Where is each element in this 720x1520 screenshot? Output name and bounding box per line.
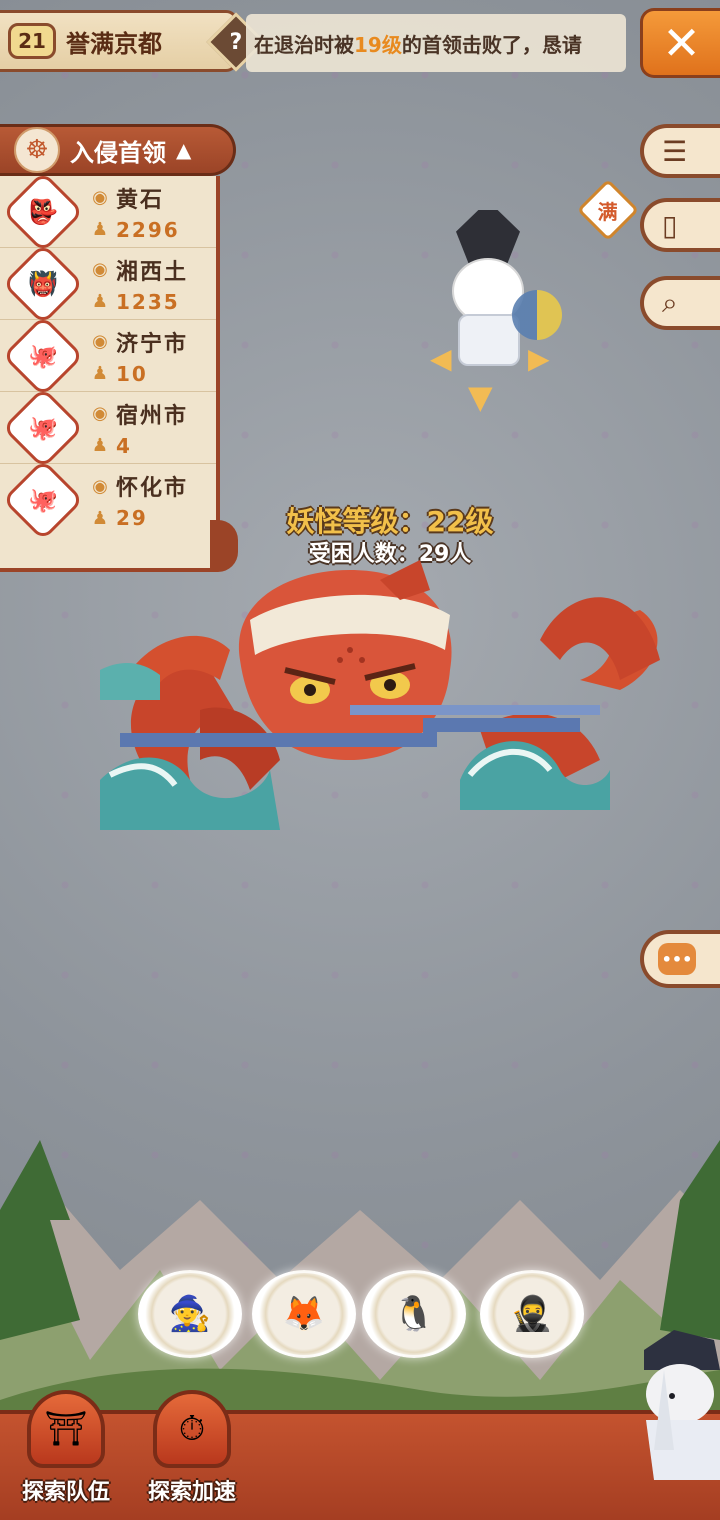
octopus-boss-avatar: 🐙 [1, 386, 85, 469]
arrow-down-icon[interactable]: ▼ [468, 378, 493, 416]
team-member-avatar[interactable]: 🐧 [362, 1270, 466, 1358]
ticker-text: 在退治时被19级的首领击败了，恳请 [254, 29, 582, 58]
invader-city: 黄石 [116, 187, 165, 213]
close-x-icon: ✕ [662, 16, 701, 70]
search-icon: ⌕ [662, 286, 678, 319]
list-icon: ☰ [662, 134, 688, 168]
fox-mask-icon: ☸ [14, 127, 60, 173]
team-member-avatar[interactable]: 🥷 [480, 1270, 584, 1358]
invader-city: 济宁市 [116, 331, 189, 357]
invader-info: ◉ 湘西土 ♟ 1235 [90, 254, 188, 314]
location-pin-icon: ◉ [92, 475, 108, 497]
invader-panel-header[interactable]: ☸ 入侵首领 ▲ [0, 124, 236, 176]
card-icon: ▯ [662, 208, 678, 242]
person-icon: ♟ [91, 291, 109, 312]
invader-info: ◉ 宿州市 ♟ 4 [90, 398, 188, 458]
invader-count: 2296 [116, 217, 180, 242]
boss-level-label: 妖怪等级：22级 [286, 505, 494, 538]
player-hat [456, 210, 520, 264]
invader-count: 4 [116, 433, 132, 458]
close-button[interactable]: ✕ [640, 8, 720, 78]
ticker-prefix: 在退治时被 [254, 32, 354, 57]
team-member-avatar[interactable]: 🦊 [252, 1270, 356, 1358]
explore-team-button[interactable]: ⛩ 探索队伍 [8, 1390, 124, 1506]
samurai-boss-avatar: 👺 [1, 170, 85, 253]
question-mark-icon: ? [229, 29, 243, 55]
invader-info: ◉ 济宁市 ♟ 10 [90, 326, 188, 386]
area-banner: 21 誉满京都 ? [0, 10, 266, 72]
invader-row[interactable]: 👹 ◉ 湘西土 ♟ 1235 [0, 242, 216, 325]
person-icon: ♟ [91, 363, 109, 384]
ticker-suffix: 的首领击败了，恳请 [401, 32, 582, 57]
team-icon: ⛩ [27, 1390, 105, 1468]
invader-count: 10 [116, 361, 148, 386]
octopus-boss-avatar: 🐙 [1, 314, 85, 397]
player-body [458, 314, 520, 366]
invader-city: 湘西土 [116, 259, 189, 285]
onmyoji-character[interactable] [624, 1330, 720, 1480]
location-pin-icon: ◉ [92, 259, 108, 280]
triangle-up-icon: ▲ [176, 138, 192, 162]
team-member-avatar[interactable]: 🧙 [138, 1270, 242, 1358]
location-pin-icon: ◉ [92, 187, 108, 208]
invader-row[interactable]: 👺 ◉ 黄石 ♟ 2296 [0, 170, 216, 253]
invader-city: 怀化市 [116, 476, 189, 501]
chat-icon: ••• [658, 943, 696, 975]
invader-city: 宿州市 [116, 403, 189, 429]
location-pin-icon: ◉ [92, 403, 108, 424]
full-badge-text: 满 [598, 199, 618, 224]
list-button[interactable]: ☰ [640, 124, 720, 178]
arrow-right-icon[interactable]: ▶ [528, 342, 550, 375]
level-badge: 21 [8, 23, 56, 59]
invader-row[interactable]: 🐙 ◉ 济宁市 ♟ 10 [0, 314, 216, 397]
explore-team-label: 探索队伍 [21, 1480, 110, 1505]
arrow-left-icon[interactable]: ◀ [430, 342, 452, 375]
octopus-boss[interactable] [100, 560, 670, 850]
person-icon: ♟ [91, 435, 109, 456]
invader-row[interactable]: 🐙 ◉ 宿州市 ♟ 4 [0, 386, 216, 469]
invader-panel-title: 入侵首领 [70, 138, 166, 167]
card-button[interactable]: ▯ [640, 198, 720, 252]
invader-info: ◉ 黄石 ♟ 2296 [90, 182, 180, 242]
invader-count: 1235 [116, 289, 180, 314]
location-pin-icon: ◉ [92, 331, 108, 352]
fan-icon [512, 290, 562, 340]
speedup-icon: ⏱ [153, 1390, 231, 1468]
ticker-highlight: 19级 [354, 32, 402, 57]
explore-speedup-label: 探索加速 [147, 1480, 236, 1505]
area-name: 誉满京都 [66, 29, 162, 58]
explore-speedup-button[interactable]: ⏱ 探索加速 [134, 1390, 250, 1506]
chat-button[interactable]: ••• [640, 930, 720, 988]
person-icon: ♟ [91, 219, 109, 240]
search-button[interactable]: ⌕ [640, 276, 720, 330]
news-ticker: 在退治时被19级的首领击败了，恳请 [246, 14, 626, 72]
demon-boss-avatar: 👹 [1, 242, 85, 325]
